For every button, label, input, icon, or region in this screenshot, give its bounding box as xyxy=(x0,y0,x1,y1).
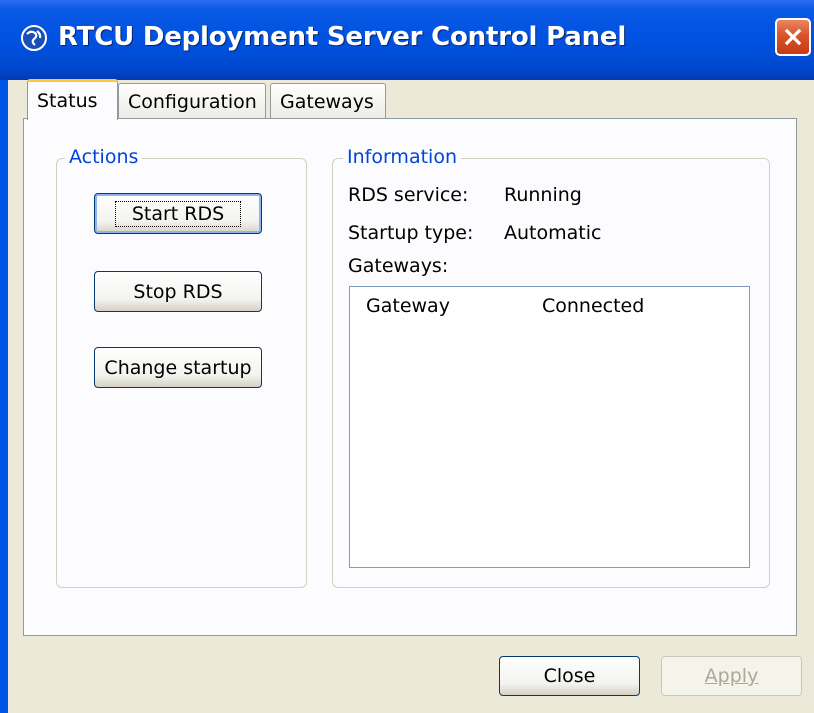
start-rds-button[interactable]: Start RDS xyxy=(94,193,262,234)
apply-button[interactable]: Apply xyxy=(661,656,802,696)
tab-gateways-label: Gateways xyxy=(280,90,374,113)
title-bar[interactable]: RTCU Deployment Server Control Panel xyxy=(0,0,814,80)
window-close-button[interactable] xyxy=(775,18,811,56)
stop-rds-label: Stop RDS xyxy=(133,280,223,303)
gateways-label: Gateways: xyxy=(348,255,449,277)
rds-service-label: RDS service: xyxy=(348,184,469,206)
stop-rds-button[interactable]: Stop RDS xyxy=(94,271,262,312)
window-title: RTCU Deployment Server Control Panel xyxy=(58,22,627,52)
gateways-list[interactable]: Gateway Connected xyxy=(349,286,750,568)
tab-gateways[interactable]: Gateways xyxy=(270,83,386,119)
change-startup-button[interactable]: Change startup xyxy=(94,347,262,388)
startup-type-label: Startup type: xyxy=(348,222,474,244)
tab-configuration[interactable]: Configuration xyxy=(118,83,266,119)
close-x-icon xyxy=(784,28,802,46)
column-header-connected: Connected xyxy=(542,295,645,317)
change-startup-label: Change startup xyxy=(104,356,252,379)
startup-type-value: Automatic xyxy=(504,222,602,244)
actions-legend: Actions xyxy=(65,146,143,168)
window-frame xyxy=(0,80,8,713)
tab-configuration-label: Configuration xyxy=(128,90,257,113)
apply-button-label: Apply xyxy=(704,665,759,687)
tab-status[interactable]: Status xyxy=(27,79,118,120)
close-button[interactable]: Close xyxy=(499,656,640,696)
rds-service-value: Running xyxy=(504,184,582,206)
column-header-gateway: Gateway xyxy=(366,295,450,317)
start-rds-label: Start RDS xyxy=(114,200,242,227)
close-button-label: Close xyxy=(543,665,596,687)
tab-status-label: Status xyxy=(37,90,98,112)
globe-icon xyxy=(18,22,50,54)
information-legend: Information xyxy=(343,146,461,168)
